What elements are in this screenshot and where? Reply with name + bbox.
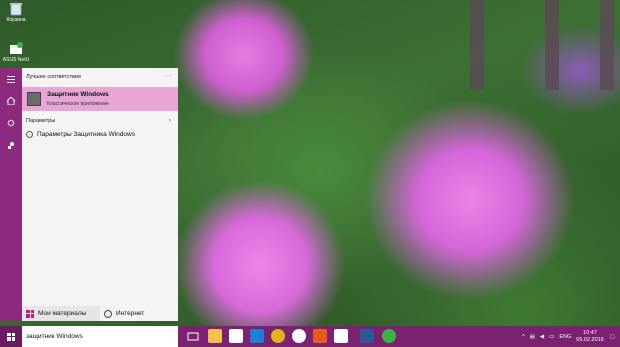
recycle-bin-icon xyxy=(8,2,24,16)
tab-web-label: Интернет xyxy=(116,310,145,317)
store-icon[interactable] xyxy=(229,329,243,343)
yandex-browser-icon[interactable] xyxy=(292,329,306,343)
search-results-panel: Лучшее соответствие ··· Защитник Windows… xyxy=(22,68,178,321)
chrome-icon[interactable] xyxy=(271,329,285,343)
task-view-icon[interactable] xyxy=(186,329,200,343)
volume-icon[interactable]: ◀ xyxy=(540,334,544,340)
battery-icon[interactable]: ▭ xyxy=(549,334,554,340)
start-button[interactable] xyxy=(0,326,22,347)
windows-defender-icon xyxy=(27,92,41,106)
onedrive-icon[interactable] xyxy=(334,329,348,343)
tab-web[interactable]: Интернет xyxy=(100,306,178,321)
media-player-icon[interactable] xyxy=(313,329,327,343)
desktop-icon-label: Корзина xyxy=(6,17,26,23)
edge-icon[interactable] xyxy=(250,329,264,343)
taskbar: ^ ▤ ◀ ▭ ENG 10:47 05.02.2016 ▢ xyxy=(0,326,620,347)
tab-my-stuff[interactable]: Мои материалы xyxy=(22,306,100,321)
windows-logo-icon xyxy=(7,332,15,341)
chevron-right-icon[interactable]: › xyxy=(169,117,171,124)
tab-my-stuff-label: Мои материалы xyxy=(38,310,87,317)
system-tray: ^ ▤ ◀ ▭ ENG 10:47 05.02.2016 ▢ xyxy=(522,326,620,347)
settings-section-header[interactable]: Параметры xyxy=(26,118,55,124)
best-match-subtitle: Классическое приложение xyxy=(47,101,109,107)
asus-app-icon xyxy=(8,42,24,56)
settings-icon[interactable] xyxy=(0,112,22,134)
taskbar-search-box[interactable] xyxy=(22,326,178,347)
hamburger-menu-icon[interactable] xyxy=(0,68,22,90)
greenshot-icon[interactable] xyxy=(382,329,396,343)
desktop-icon-label: ASUS NetU xyxy=(2,57,30,63)
desktop-icon-recycle-bin[interactable]: Корзина xyxy=(2,2,30,23)
settings-result-defender[interactable]: Параметры Защитника Windows xyxy=(26,131,135,138)
windows-logo-icon xyxy=(26,309,34,318)
fence-post xyxy=(545,0,559,90)
clock[interactable]: 10:47 05.02.2016 xyxy=(576,330,604,344)
search-scope-tabs: Мои материалы Интернет xyxy=(22,306,178,321)
action-center-icon[interactable]: ▢ xyxy=(610,334,615,340)
best-match-header: Лучшее соответствие xyxy=(26,74,82,80)
more-options-button[interactable]: ··· xyxy=(163,73,172,79)
network-icon[interactable]: ▤ xyxy=(530,334,535,340)
best-match-result[interactable]: Защитник Windows Классическое приложение xyxy=(22,87,178,111)
home-icon[interactable] xyxy=(0,90,22,112)
gear-icon xyxy=(26,131,33,138)
desktop-icon-asus[interactable]: ASUS NetU xyxy=(2,42,30,63)
best-match-title: Защитник Windows xyxy=(47,91,109,98)
clock-time: 10:47 xyxy=(583,329,597,336)
globe-icon xyxy=(104,309,112,318)
search-input[interactable] xyxy=(26,330,166,342)
file-explorer-icon[interactable] xyxy=(208,329,222,343)
settings-result-label: Параметры Защитника Windows xyxy=(37,131,135,138)
clock-date: 05.02.2016 xyxy=(576,336,604,343)
user-icon[interactable] xyxy=(0,134,22,156)
word-icon[interactable] xyxy=(360,329,374,343)
language-indicator[interactable]: ENG xyxy=(559,334,571,340)
fence-post xyxy=(600,0,614,90)
chevron-up-icon[interactable]: ^ xyxy=(522,334,525,340)
fence-post xyxy=(470,0,484,90)
start-menu-rail xyxy=(0,68,22,321)
